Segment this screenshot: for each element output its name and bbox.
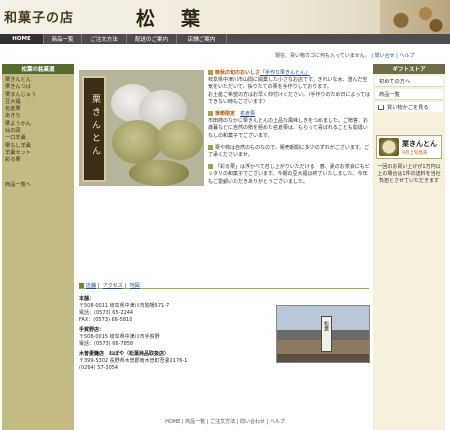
nav-store-info[interactable]: 店舗ご案内: [177, 34, 227, 44]
intro-paragraph-3: 栗や柿は自然のものなので、販売期間に多少のずれがございます。ご了承くださいませ。: [208, 144, 370, 159]
promo-title: 栗きんとん: [402, 140, 437, 148]
manju-image: [112, 120, 162, 164]
cart-icon: [378, 104, 384, 110]
main-store-tel: 電話：(0573) 65-2244: [79, 310, 134, 316]
hero-product-image: 栗きんとん: [79, 70, 204, 186]
sidebar-product-list: 栗きんとん 栗きんつば 栗まんじゅう 豆大福 名倉栗 あきち 栗ようかん 仙の岡…: [2, 74, 74, 168]
bullet-icon: [208, 144, 213, 150]
bullet-icon: [208, 164, 213, 170]
shipping-note: 一回のお買い上げが1万円以上の場合は1件の送料を当社負担とさせていただきます: [377, 164, 441, 184]
tab-marker-icon: [79, 283, 84, 288]
tab-store[interactable]: 店舗: [86, 283, 96, 289]
branch-store-address: 〒508-0015 岐阜県中津川市手賀野: [79, 334, 160, 340]
chestnut-image: [380, 0, 450, 34]
footer-products-link[interactable]: 商品一覧: [185, 419, 205, 425]
first-time-link[interactable]: 初めての方へ: [375, 76, 443, 87]
right-sidebar: ギフトストア 初めての方へ 商品一覧 買い物かごを見る 栗きんとん 9月上旬発売…: [373, 64, 445, 430]
kurikinton-link[interactable]: 「手作り栗きんとん」: [260, 70, 310, 76]
store-photo: 松葉: [276, 305, 370, 363]
intro-paragraph-1: 晩秋の旬のおいしさ「手作り栗きんとん」 岐阜県中津川市山間に開業した小さなお店で…: [208, 70, 371, 105]
footer-links: HOME | 商品一覧 | ご注文方法 | 問い合わせ | ヘルプ: [165, 419, 285, 425]
nagura-link[interactable]: 名倉栗: [240, 111, 255, 117]
promo-banner[interactable]: 栗きんとん 9月上旬発売: [376, 135, 442, 159]
cart-status-bar: 現在、買い物カゴに何も入っていません。 | 問い合せ | ヘルプ: [275, 53, 415, 59]
branch-store-title: 手賀野店：: [79, 327, 105, 333]
partner-store-title: 木曽妻籠店 ねぼや（松葉商品取扱店）: [79, 351, 170, 357]
partner-store-address: 〒399-5302 長野県木曽郡南木曽町吾妻2176-1: [79, 358, 188, 364]
sidebar-item-kurimoshi-yokan[interactable]: 栗もし羊羹: [5, 143, 71, 150]
store-sign: 松葉: [321, 316, 332, 352]
gift-store-title: ギフトストア: [373, 64, 445, 74]
sidebar-item-iroru-kuri[interactable]: 彩る栗: [5, 157, 71, 164]
contact-link[interactable]: 問い合せ: [374, 53, 394, 59]
nav-products[interactable]: 商品一覧: [44, 34, 82, 44]
partner-store-tel: (0264) 57-3054: [79, 365, 119, 371]
help-link[interactable]: ヘルプ: [399, 53, 414, 59]
sidebar-item-kurimanju[interactable]: 栗まんじゅう: [5, 92, 71, 99]
promo-subtitle: 9月上旬発売: [402, 151, 428, 156]
intro-paragraph-4: 「彩る栗」は浮かべて召し上がりいただける 春、夏のお茶会にもピッタリの和菓子でご…: [208, 164, 370, 185]
intro-text: 晩秋の旬のおいしさ「手作り栗きんとん」 岐阜県中津川市山間に開業した小さなお店で…: [208, 70, 371, 191]
store-tabs: 店舗 | アクセス | 地図: [79, 282, 369, 289]
footer-home-link[interactable]: HOME: [165, 419, 180, 425]
sidebar-item-kurikintsuba[interactable]: 栗きんつば: [5, 84, 71, 91]
view-cart-button[interactable]: 買い物かごを見る: [375, 102, 443, 112]
sidebar-item-kuriyokan[interactable]: 栗ようかん: [5, 121, 71, 128]
brand-title: 松葉: [136, 8, 227, 30]
footer-help-link[interactable]: ヘルプ: [270, 419, 285, 425]
sidebar-item-akichi[interactable]: あきち: [5, 113, 71, 120]
header-banner: 和菓子の店 松葉: [0, 0, 450, 34]
nav-delivery[interactable]: 配送のご案内: [127, 34, 177, 44]
cart-status-text: 現在、買い物カゴに何も入っていません。: [275, 53, 370, 59]
hanging-scroll: 栗きんとん: [82, 76, 106, 182]
manju-image: [129, 160, 189, 186]
tab-map[interactable]: 地図: [130, 283, 140, 289]
kurikinton-image: [379, 138, 399, 156]
nav-order-method[interactable]: ご注文方法: [82, 34, 127, 44]
manju-image: [157, 120, 203, 160]
bullet-icon: [208, 70, 213, 75]
branch-store-tel: 電話：(0573) 66-7858: [79, 341, 134, 347]
main-store-address: 〒508-0011 岐阜県中津川市駒場571-7: [79, 303, 170, 309]
site-logo[interactable]: 和菓子の店: [4, 7, 74, 26]
footer-contact-link[interactable]: 問い合わせ: [240, 419, 265, 425]
product-list-link[interactable]: 商品一覧: [375, 89, 443, 100]
main-nav: HOME 商品一覧 ご注文方法 配送のご案内 店舗ご案内: [0, 34, 450, 44]
main-store-title: 本舗：: [79, 296, 95, 302]
main-store-fax: FAX：(0573) 66-5810: [79, 317, 133, 323]
left-sidebar: 松葉の銘菓選 栗きんとん 栗きんつば 栗まんじゅう 豆大福 名倉栗 あきち 栗よ…: [2, 64, 74, 430]
store-addresses: 本舗： 〒508-0011 岐阜県中津川市駒場571-7 電話：(0573) 6…: [79, 293, 269, 372]
bullet-icon: [208, 111, 213, 117]
nav-home[interactable]: HOME: [0, 34, 44, 44]
sidebar-all-products-link[interactable]: 商品一覧へ: [5, 181, 31, 188]
footer-order-link[interactable]: ご注文方法: [210, 419, 235, 425]
tab-access[interactable]: アクセス: [103, 283, 123, 289]
scroll-text: 栗きんとん: [90, 94, 100, 159]
intro-paragraph-2: 季節限定 名倉栗 市田柿のなかに栗きんとんの上品な風味しきをつめました。ご贈答、…: [208, 111, 369, 139]
sidebar-title: 松葉の銘菓選: [2, 64, 74, 74]
sidebar-item-hitokuchi-yokan[interactable]: 一口羊羹: [5, 135, 71, 142]
